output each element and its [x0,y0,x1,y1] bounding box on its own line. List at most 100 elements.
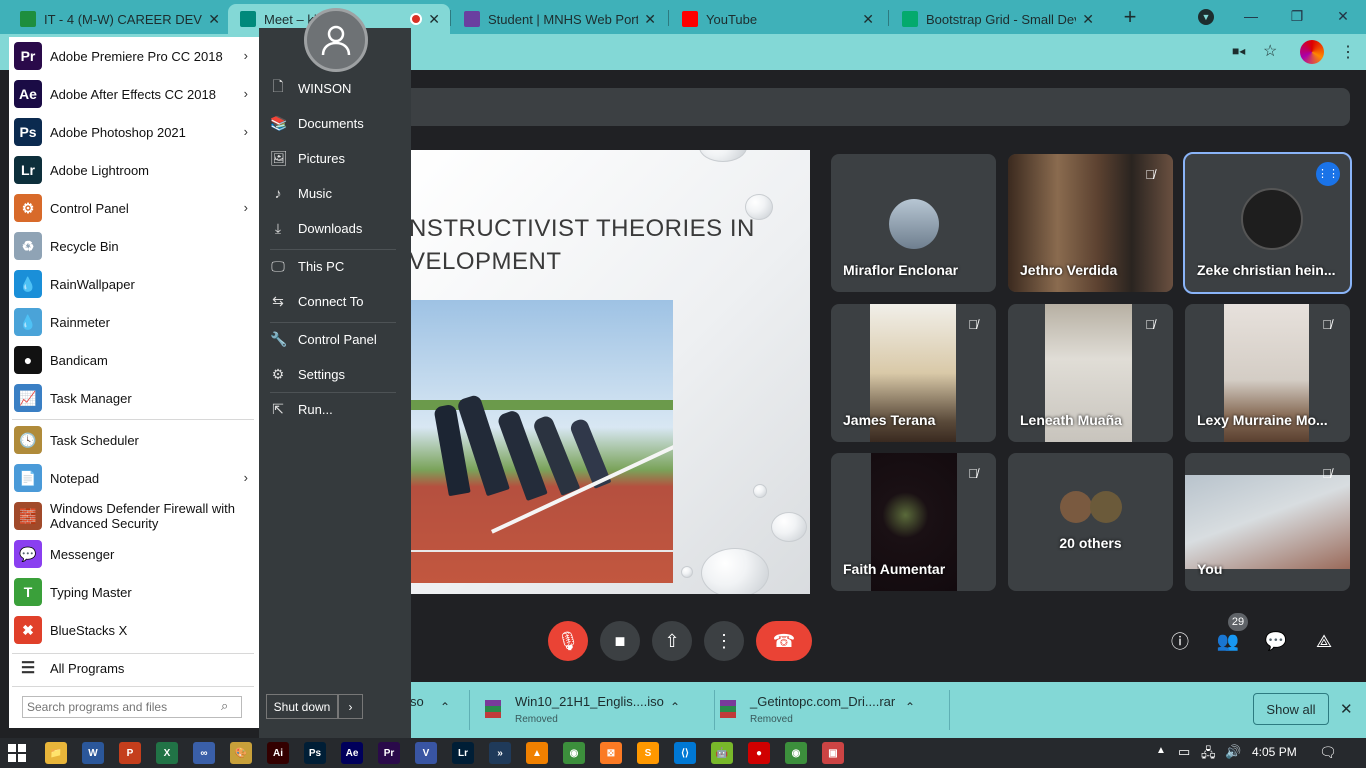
activities-icon[interactable]: ⟁ [1311,628,1337,654]
start-link-run[interactable]: ⇱ Run... [270,394,400,424]
program-item[interactable]: Lr Adobe Lightroom [10,151,258,189]
submenu-arrow-icon[interactable]: › [244,124,248,139]
chat-icon[interactable]: 💬 [1263,628,1289,654]
submenu-arrow-icon[interactable]: › [244,86,248,101]
tab-search-icon[interactable]: ▼ [1198,9,1214,25]
start-button[interactable] [8,744,26,762]
program-item[interactable]: Pr Adobe Premiere Pro CC 2018 › [10,37,258,75]
participant-tile[interactable]: ⋮⋮ Zeke christian hein... [1183,152,1352,294]
download-item[interactable]: so ⌃ [410,682,470,738]
paint-icon[interactable]: 🎨 [230,742,252,764]
program-item[interactable]: 🧱 Windows Defender Firewall with Advanced… [10,496,258,536]
program-item[interactable]: ⚙ Control Panel › [10,189,258,227]
program-item[interactable]: 📄 Notepad › [10,459,258,497]
record-icon[interactable]: ● [748,742,770,764]
participant-tile[interactable]: Lexy Murraine Mo... 🎙̸ [1185,304,1350,442]
battery-icon[interactable]: ▭ [1178,744,1190,760]
network-icon[interactable]: 🖧 [1201,744,1216,766]
submenu-arrow-icon[interactable]: › [244,470,248,485]
xampp-icon[interactable]: ⊠ [600,742,622,764]
program-item[interactable]: 💧 RainWallpaper [10,265,258,303]
participant-tile[interactable]: Miraflor Enclonar [831,154,996,292]
app-icon[interactable]: ▣ [822,742,844,764]
start-link-music[interactable]: ♪ Music [270,178,400,208]
download-chevron-icon[interactable]: ⌃ [905,700,915,714]
user-picture[interactable] [304,8,368,72]
vlc-icon[interactable]: ▲ [526,742,548,764]
camera-indicator-icon[interactable]: ■◂ [1232,44,1248,58]
visio-icon[interactable]: V [415,742,437,764]
start-link-settings[interactable]: ⚙ Settings [270,359,400,389]
lightroom-icon[interactable]: Lr [452,742,474,764]
submenu-arrow-icon[interactable]: › [244,48,248,63]
new-tab-button[interactable]: + [1120,4,1140,30]
excel-icon[interactable]: X [156,742,178,764]
close-tab-icon[interactable]: ✕ [644,11,656,28]
start-user-link[interactable]: 🗋 WINSON [270,73,400,103]
premiere-icon[interactable]: Pr [378,742,400,764]
program-item[interactable]: ✖ BlueStacks X [10,611,258,649]
start-link-control-panel[interactable]: 🔧 Control Panel [270,324,400,354]
present-screen-button[interactable]: ⇧ [652,621,692,661]
close-window-button[interactable]: ✕ [1320,0,1366,32]
camera-button[interactable]: ■ [600,621,640,661]
people-icon[interactable]: 👥 [1215,628,1241,654]
participant-tile[interactable]: James Terana 🎙̸ [831,304,996,442]
close-tab-icon[interactable]: ✕ [208,11,220,28]
android-icon[interactable]: 🤖 [711,742,733,764]
program-item[interactable]: 💧 Rainmeter [10,303,258,341]
program-item[interactable]: ♻ Recycle Bin [10,227,258,265]
all-programs-link[interactable]: ☰ All Programs [10,649,258,687]
leave-call-button[interactable]: ☎ [756,621,812,661]
start-link-downloads[interactable]: ⤓ Downloads [270,213,400,243]
browser-tab-4[interactable]: Bootstrap Grid - Small Device ✕ [890,4,1104,34]
chrome-active-icon[interactable]: ◉ [785,742,807,764]
more-options-button[interactable]: ⋮ [704,621,744,661]
close-download-bar-icon[interactable]: ✕ [1340,700,1353,718]
mic-off-button[interactable]: 🎙 [548,621,588,661]
after-effects-icon[interactable]: Ae [341,742,363,764]
download-chevron-icon[interactable]: ⌃ [670,700,680,714]
chrome-icon[interactable]: ◉ [563,742,585,764]
participant-tile[interactable]: Leneath Muaña 🎙̸ [1008,304,1173,442]
program-item[interactable]: 📈 Task Manager [10,379,258,417]
shutdown-button[interactable]: Shut down [266,694,338,719]
sublime-icon[interactable]: S [637,742,659,764]
browser-tab-3[interactable]: YouTube ✕ [670,4,884,34]
browser-menu-icon[interactable]: ⋮ [1340,42,1356,62]
program-item[interactable]: Ae Adobe After Effects CC 2018 › [10,75,258,113]
system-tray-chevron-icon[interactable]: ▲ [1156,745,1166,756]
download-chevron-icon[interactable]: ⌃ [440,700,450,714]
start-link-pictures[interactable]: 🖼 Pictures [270,143,400,173]
profile-avatar[interactable] [1300,40,1324,64]
word-icon[interactable]: W [82,742,104,764]
powerpoint-icon[interactable]: P [119,742,141,764]
program-item[interactable]: T Typing Master [10,573,258,611]
browser-tab-2[interactable]: Student | MNHS Web Portal ✕ [452,4,666,34]
start-link-connect-to[interactable]: ⇆ Connect To [270,286,400,316]
close-tab-icon[interactable]: ✕ [862,11,874,28]
volume-icon[interactable]: 🔊 [1225,744,1241,760]
link-icon[interactable]: ∞ [193,742,215,764]
program-item[interactable]: 💬 Messenger [10,535,258,573]
participant-tile[interactable]: Faith Aumentar 🎙̸ [831,453,996,591]
close-tab-icon[interactable]: ✕ [1082,11,1094,28]
participant-tile[interactable]: You 🎙̸ [1185,453,1350,591]
notification-center-icon[interactable]: 🗨 [1319,744,1337,761]
maximize-button[interactable]: ❐ [1274,0,1320,32]
bookmark-star-icon[interactable]: ☆ [1263,41,1277,61]
download-item[interactable]: _Getintopc.com_Dri....rar Removed ⌃ [710,682,950,738]
shutdown-options-button[interactable]: › [338,694,363,719]
clock[interactable]: 4:05 PM [1252,745,1297,759]
minimize-button[interactable]: — [1228,0,1274,32]
participant-tile[interactable]: Jethro Verdida 🎙̸ [1008,154,1173,292]
photoshop-icon[interactable]: Ps [304,742,326,764]
browser-tab-0[interactable]: IT - 4 (M-W) CAREER DEV (4c ✕ [8,4,230,34]
show-all-downloads-button[interactable]: Show all [1253,693,1329,725]
program-item[interactable]: 🕓 Task Scheduler [10,421,258,459]
submenu-arrow-icon[interactable]: › [244,200,248,215]
start-link-this-pc[interactable]: 🖵 This PC [270,251,400,281]
close-tab-icon[interactable]: ✕ [428,11,440,28]
download-item[interactable]: Win10_21H1_Englis....iso Removed ⌃ [475,682,715,738]
participant-tile[interactable]: 20 others [1008,453,1173,591]
